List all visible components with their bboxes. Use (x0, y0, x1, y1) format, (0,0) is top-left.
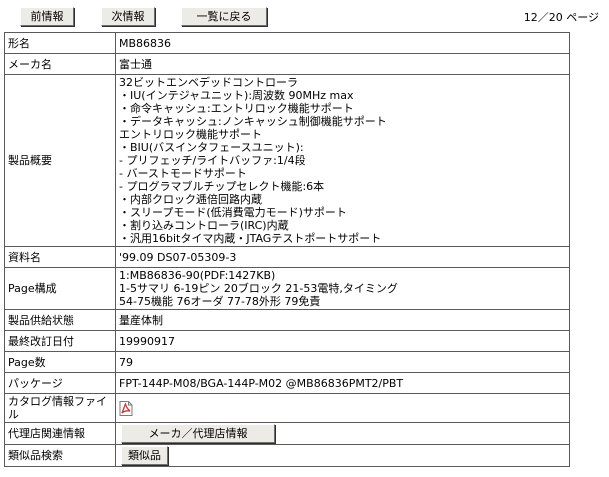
table-row: 最終改訂日付 19990917 (4, 330, 570, 352)
row-value-supply-status: 量産体制 (115, 309, 570, 331)
row-value-distributor: メーカ／代理店情報 (115, 422, 570, 445)
row-label-maker: メーカ名 (4, 53, 116, 75)
row-value-similar-search: 類似品 (115, 444, 570, 467)
page-structure-line: 1-5サマリ 6-19ピン 20ブロック 21-53電特,タイミング (119, 282, 398, 295)
overview-line: ・割り込みコントローラ(IRC)内蔵 (119, 219, 289, 232)
table-row: Page構成 1:MB86836-90(PDF:1427KB) 1-5サマリ 6… (4, 267, 570, 310)
row-value-revision-date: 19990917 (115, 330, 570, 352)
overview-line: - プログラマブルチップセレクト機能:6本 (119, 180, 325, 193)
overview-line: - プリフェッチ/ライトバッファ:1/4段 (119, 154, 306, 167)
similar-products-button[interactable]: 類似品 (121, 446, 168, 465)
page-counter: 12／20 ページ (523, 11, 599, 24)
product-info-table: 形名 MB86836 メーカ名 富士通 製品概要 32ビットエンベデッドコントロ… (4, 32, 570, 467)
overview-line: - バーストモードサポート (119, 167, 247, 180)
table-row: 形名 MB86836 (4, 32, 570, 54)
row-label-overview: 製品概要 (4, 74, 116, 247)
row-label-model: 形名 (4, 32, 116, 54)
row-value-overview: 32ビットエンベデッドコントローラ ・IU(インテジャユニット):周波数 90M… (115, 74, 570, 247)
row-label-document: 資料名 (4, 246, 116, 268)
overview-line: ・IU(インテジャユニット):周波数 90MHz max (119, 89, 354, 102)
row-value-catalog-file (115, 393, 570, 423)
row-value-model: MB86836 (115, 32, 570, 54)
row-value-page-count: 79 (115, 351, 570, 373)
row-label-page-structure: Page構成 (4, 267, 116, 310)
table-row: 類似品検索 類似品 (4, 444, 570, 467)
table-row: 製品供給状態 量産体制 (4, 309, 570, 331)
table-row: 資料名 '99.09 DS07-05309-3 (4, 246, 570, 268)
maker-distributor-info-button[interactable]: メーカ／代理店情報 (121, 424, 275, 443)
overview-line: ・内部クロック逓倍回路内蔵 (119, 193, 262, 206)
row-label-revision-date: 最終改訂日付 (4, 330, 116, 352)
back-to-list-button[interactable]: 一覧に戻る (181, 7, 267, 26)
page-structure-line: 1:MB86836-90(PDF:1427KB) (119, 269, 276, 282)
row-value-page-structure: 1:MB86836-90(PDF:1427KB) 1-5サマリ 6-19ピン 2… (115, 267, 570, 310)
overview-line: ・データキャッシュ:ノンキャッシュ制御機能サポート (119, 115, 387, 128)
table-row: メーカ名 富士通 (4, 53, 570, 75)
row-label-catalog-file: カタログ情報ファイル (4, 393, 116, 423)
table-row: 代理店関連情報 メーカ／代理店情報 (4, 422, 570, 445)
next-info-button[interactable]: 次情報 (101, 7, 155, 26)
overview-line: 32ビットエンベデッドコントローラ (119, 76, 298, 89)
overview-line: ・BIU(バスインタフェースユニット): (119, 141, 304, 154)
row-label-distributor: 代理店関連情報 (4, 422, 116, 445)
overview-line: ・命令キャッシュ:エントリロック機能サポート (119, 102, 354, 115)
overview-line: エントリロック機能サポート (119, 128, 262, 141)
row-value-package: FPT-144P-M08/BGA-144P-M02 @MB86836PMT2/P… (115, 372, 570, 394)
table-row: 製品概要 32ビットエンベデッドコントローラ ・IU(インテジャユニット):周波… (4, 74, 570, 247)
overview-line: ・汎用16bitタイマ内蔵・JTAGテストポートサポート (119, 232, 382, 245)
pdf-file-icon[interactable] (119, 400, 133, 416)
table-row: カタログ情報ファイル (4, 393, 570, 423)
row-label-supply-status: 製品供給状態 (4, 309, 116, 331)
table-row: Page数 79 (4, 351, 570, 373)
top-navigation-bar: 前情報 次情報 一覧に戻る 12／20 ページ (0, 0, 609, 30)
table-row: パッケージ FPT-144P-M08/BGA-144P-M02 @MB86836… (4, 372, 570, 394)
previous-info-button[interactable]: 前情報 (20, 7, 74, 26)
page-structure-line: 54-75機能 76オーダ 77-78外形 79免責 (119, 295, 321, 308)
row-value-maker: 富士通 (115, 53, 570, 75)
row-label-package: パッケージ (4, 372, 116, 394)
row-label-page-count: Page数 (4, 351, 116, 373)
overview-line: ・スリープモード(低消費電力モード)サポート (119, 206, 347, 219)
row-value-document: '99.09 DS07-05309-3 (115, 246, 570, 268)
row-label-similar-search: 類似品検索 (4, 444, 116, 467)
